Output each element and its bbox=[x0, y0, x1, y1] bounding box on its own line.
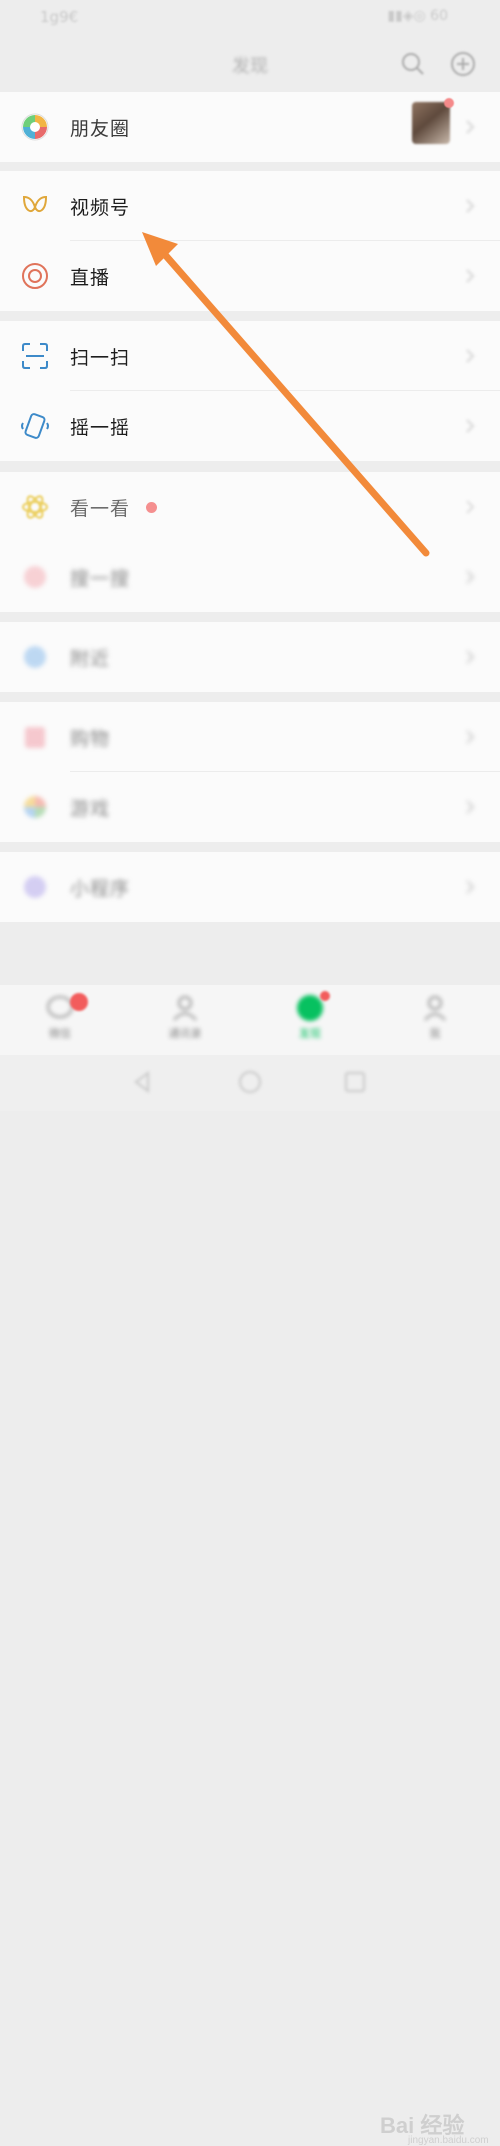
shake-icon bbox=[21, 413, 49, 439]
list-item-search[interactable]: 搜一搜 bbox=[0, 542, 500, 612]
unread-badge bbox=[70, 993, 88, 1011]
tab-chats[interactable]: 微信 bbox=[20, 993, 100, 1041]
search-icon bbox=[24, 566, 46, 588]
chevron-right-icon bbox=[466, 349, 475, 363]
notification-dot bbox=[146, 502, 157, 513]
list-item-shake[interactable]: 摇一摇 bbox=[0, 391, 500, 461]
list-item-label: 直播 bbox=[70, 267, 111, 289]
list-item-label: 搜一搜 bbox=[70, 568, 131, 590]
chevron-right-icon bbox=[466, 199, 475, 213]
list-item-label: 摇一摇 bbox=[70, 417, 131, 439]
chevron-right-icon bbox=[466, 269, 475, 283]
chevron-right-icon bbox=[466, 880, 475, 894]
back-icon[interactable] bbox=[130, 1069, 156, 1095]
chevron-right-icon bbox=[466, 120, 475, 134]
tab-contacts[interactable]: 通讯录 bbox=[145, 993, 225, 1041]
nav-bar: 发现 bbox=[0, 34, 500, 92]
list-item-channels[interactable]: 视频号 bbox=[0, 171, 500, 241]
channels-icon bbox=[22, 195, 48, 213]
plus-circle-icon[interactable] bbox=[450, 51, 476, 77]
status-badge bbox=[320, 991, 330, 1001]
list-item-label: 小程序 bbox=[70, 878, 131, 900]
top-stories-icon bbox=[22, 495, 48, 519]
recents-icon[interactable] bbox=[342, 1069, 368, 1095]
list-item-label: 看一看 bbox=[70, 498, 131, 520]
group-scan: 扫一扫 摇一摇 bbox=[0, 321, 500, 461]
list-item-label: 游戏 bbox=[70, 798, 111, 820]
status-bar: 1g9€ ▮▮◈◎ 60 bbox=[0, 0, 500, 34]
chevron-right-icon bbox=[466, 500, 475, 514]
live-icon bbox=[22, 263, 48, 289]
contacts-icon bbox=[173, 996, 197, 1021]
scan-icon bbox=[22, 343, 48, 369]
list-item-scan[interactable]: 扫一扫 bbox=[0, 321, 500, 391]
group-channels: 视频号 直播 bbox=[0, 171, 500, 311]
avatar bbox=[412, 102, 450, 144]
moments-icon bbox=[21, 113, 49, 141]
list-item-games[interactable]: 游戏 bbox=[0, 772, 500, 842]
mini-programs-icon bbox=[24, 876, 46, 898]
list-item-label: 购物 bbox=[70, 728, 111, 750]
watermark-url: jingyan.baidu.com bbox=[408, 2135, 489, 2146]
games-icon bbox=[24, 796, 46, 818]
shopping-icon bbox=[25, 727, 45, 748]
status-badge bbox=[444, 98, 454, 108]
chevron-right-icon bbox=[466, 419, 475, 433]
me-icon bbox=[424, 996, 446, 1021]
list-item-label: 附近 bbox=[70, 648, 111, 670]
group-shopping: 购物 游戏 bbox=[0, 702, 500, 842]
tab-me[interactable]: 我 bbox=[395, 993, 475, 1041]
list-item-label: 视频号 bbox=[70, 197, 131, 219]
nearby-icon bbox=[24, 646, 46, 668]
chevron-right-icon bbox=[466, 570, 475, 584]
chevron-right-icon bbox=[466, 800, 475, 814]
home-icon[interactable] bbox=[237, 1069, 263, 1095]
tab-label: 通讯录 bbox=[168, 1027, 202, 1040]
system-nav-bar: Bai 经验 jingyan.baidu.com bbox=[0, 1055, 500, 2146]
group-mini-programs: 小程序 bbox=[0, 852, 500, 922]
tab-discover[interactable]: 发现 bbox=[270, 993, 350, 1041]
list-item-top-stories[interactable]: 看一看 bbox=[0, 472, 500, 542]
chevron-right-icon bbox=[466, 650, 475, 664]
list-item-label: 扫一扫 bbox=[70, 347, 131, 369]
status-time: 1g9€ bbox=[40, 8, 79, 26]
tab-label: 微信 bbox=[49, 1027, 71, 1040]
group-top-stories: 看一看 搜一搜 bbox=[0, 472, 500, 612]
tab-label: 我 bbox=[429, 1027, 441, 1040]
tab-label: 发现 bbox=[299, 1027, 321, 1040]
list-item-label: 朋友圈 bbox=[70, 118, 131, 140]
tab-bar: 微信 通讯录 发现 我 bbox=[0, 985, 500, 1055]
status-icons: ▮▮◈◎ 60 bbox=[387, 8, 448, 24]
list-item-live[interactable]: 直播 bbox=[0, 241, 500, 311]
group-nearby: 附近 bbox=[0, 622, 500, 692]
search-icon[interactable] bbox=[400, 51, 426, 77]
list-item-shopping[interactable]: 购物 bbox=[0, 702, 500, 772]
list-item-mini-programs[interactable]: 小程序 bbox=[0, 852, 500, 922]
chevron-right-icon bbox=[466, 730, 475, 744]
list-item-nearby[interactable]: 附近 bbox=[0, 622, 500, 692]
